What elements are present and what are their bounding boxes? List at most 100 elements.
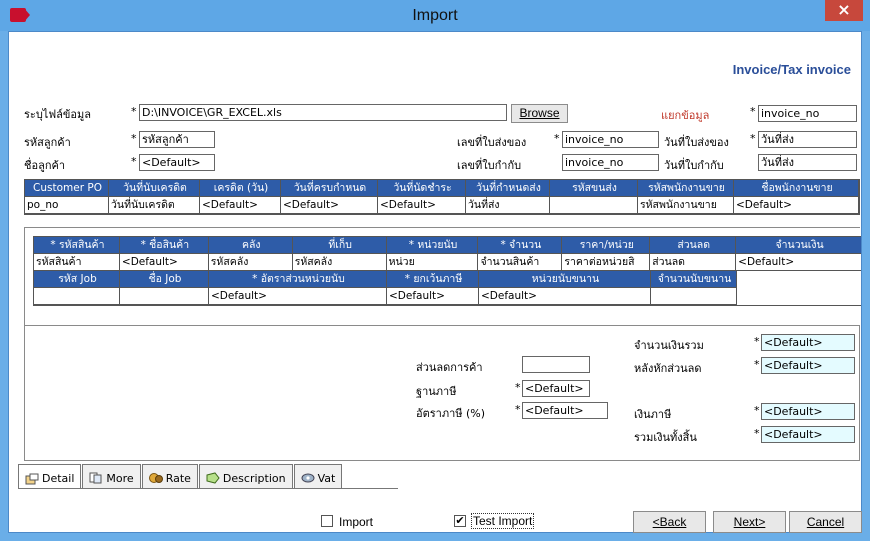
vat-icon (301, 473, 315, 483)
detail-grid-panel: * รหัสสินค้า * ชื่อสินค้า คลัง ที่เก็บ *… (24, 227, 861, 325)
trade-discount-field[interactable] (522, 356, 590, 373)
file-path-field[interactable]: D:\INVOICE\GR_EXCEL.xls (139, 104, 507, 121)
grid-cell[interactable] (34, 288, 120, 305)
grid-cell[interactable]: ราคาต่อหน่วยสิ (562, 254, 651, 271)
grid-cell[interactable]: รหัสพนักงานขาย (638, 197, 734, 214)
grid-cell[interactable]: <Default> (209, 288, 387, 305)
grid-cell[interactable]: <Default> (734, 197, 859, 214)
column-header: * จำนวน (478, 237, 563, 254)
customer-name-field[interactable]: <Default> (139, 154, 215, 171)
grand-total-field[interactable]: <Default> (761, 426, 855, 443)
customer-code-field[interactable]: รหัสลูกค้า (139, 131, 215, 148)
split-field[interactable]: invoice_no (758, 105, 857, 122)
total-label: จำนวนเงินรวม (634, 339, 704, 352)
grid-cell[interactable]: <Default> (479, 288, 651, 305)
grid-cell[interactable]: <Default> (387, 288, 479, 305)
tab-vat-label: Vat (317, 471, 336, 485)
tax-rate-label: อัตราภาษี (%) (416, 407, 486, 420)
detail-icon (25, 473, 39, 484)
grid-cell[interactable]: รหัสสินค้า (34, 254, 120, 271)
grid-cell[interactable] (550, 197, 638, 214)
close-button[interactable]: × (825, 0, 863, 21)
column-header: วันที่นัดชำระ (378, 180, 466, 197)
required-mark: * (754, 358, 760, 371)
next-label: Next> (733, 515, 766, 529)
required-mark: * (515, 381, 521, 394)
grid-cell[interactable]: <Default> (119, 254, 209, 271)
required-mark: * (754, 404, 760, 417)
table-row: รหัสสินค้า <Default> รหัสคลัง รหัสคลัง ห… (34, 254, 861, 271)
description-icon (206, 472, 220, 484)
window-title: Import (412, 7, 458, 24)
after-discount-field[interactable]: <Default> (761, 357, 855, 374)
header-grid: Customer PO วันที่นับเครดิต เครดิต (วัน)… (24, 179, 860, 215)
header-grid-header-row: Customer PO วันที่นับเครดิต เครดิต (วัน)… (25, 180, 859, 197)
tab-more[interactable]: More (82, 464, 141, 488)
back-button[interactable]: <Back (633, 511, 706, 533)
column-header: วันที่นับเครดิต (109, 180, 200, 197)
tax-date-field[interactable]: วันที่ส่ง (758, 154, 857, 171)
browse-button[interactable]: Browse (511, 104, 568, 123)
column-header: ที่เก็บ (292, 237, 387, 254)
column-header: รหัสพนักงานขาย (638, 180, 734, 197)
tax-amount-field[interactable]: <Default> (761, 403, 855, 420)
tab-rate[interactable]: Rate (141, 464, 198, 488)
client-area: Invoice/Tax invoice ระบุไฟล์ข้อมูล * D:\… (8, 31, 862, 533)
required-mark: * (554, 132, 560, 145)
tax-base-field[interactable]: <Default> (522, 380, 590, 397)
tab-rate-label: Rate (165, 471, 191, 485)
detail-grid-header-row-2: รหัส Job ชื่อ Job * อัตราส่วนหน่วยนับ * … (34, 271, 861, 288)
grid-cell[interactable]: รหัสคลัง (208, 254, 293, 271)
grid-cell[interactable]: <Default> (736, 254, 861, 271)
tax-amount-label: เงินภาษี (634, 408, 672, 421)
column-header: ชื่อ Job (120, 271, 209, 288)
grid-cell[interactable]: รหัสคลัง (292, 254, 387, 271)
test-import-checkbox[interactable]: ✔ (454, 515, 466, 527)
split-label: แยกข้อมูล (661, 109, 710, 122)
tab-vat[interactable]: Vat (293, 464, 343, 488)
required-mark: * (750, 105, 756, 118)
tab-detail[interactable]: Detail (18, 464, 82, 489)
column-header: * อัตราส่วนหน่วยนับ (209, 271, 387, 288)
delivery-date-field[interactable]: วันที่ส่ง (758, 131, 857, 148)
grid-cell[interactable]: <Default> (200, 197, 281, 214)
tab-description[interactable]: Description (198, 464, 293, 488)
grid-cell[interactable] (120, 288, 209, 305)
column-header: * ยกเว้นภาษี (387, 271, 479, 288)
delivery-no-field[interactable]: invoice_no (562, 131, 659, 148)
column-header: วันที่ครบกำหนด (281, 180, 378, 197)
grid-cell[interactable]: วันที่ส่ง (466, 197, 550, 214)
grid-cell[interactable]: หน่วย (386, 254, 479, 271)
test-import-label: Test Import (471, 513, 535, 529)
tax-rate-field[interactable]: <Default> (522, 402, 608, 419)
column-header: * ชื่อสินค้า (119, 237, 209, 254)
grid-cell[interactable]: ส่วนลด (650, 254, 737, 271)
tax-no-label: เลขที่ใบกำกับ (457, 159, 522, 172)
grid-cell[interactable]: po_no (25, 197, 109, 214)
delivery-no-label: เลขที่ใบส่งของ (457, 136, 527, 149)
cancel-button[interactable]: Cancel (789, 511, 862, 533)
cancel-label: Cancel (806, 515, 845, 529)
required-mark: * (131, 155, 137, 168)
required-mark: * (131, 132, 137, 145)
tax-no-field[interactable]: invoice_no (562, 154, 659, 171)
column-header: * รหัสสินค้า (34, 237, 120, 254)
column-header: จำนวนเงิน (736, 237, 861, 254)
grid-cell[interactable]: <Default> (378, 197, 466, 214)
grid-cell[interactable]: <Default> (281, 197, 378, 214)
browse-label: Browse (519, 106, 560, 120)
import-checkbox[interactable] (321, 515, 333, 527)
tax-base-label: ฐานภาษี (416, 385, 457, 398)
total-field[interactable]: <Default> (761, 334, 855, 351)
column-header: ราคา/หน่วย (562, 237, 651, 254)
customer-code-label: รหัสลูกค้า (24, 136, 71, 149)
grid-cell[interactable]: วันที่นับเครดิต (109, 197, 200, 214)
grid-cell[interactable]: จำนวนสินค้า (478, 254, 563, 271)
detail-grid: * รหัสสินค้า * ชื่อสินค้า คลัง ที่เก็บ *… (33, 236, 861, 306)
import-label: Import (339, 515, 374, 529)
customer-name-label: ชื่อลูกค้า (24, 159, 66, 172)
detail-grid-header-row: * รหัสสินค้า * ชื่อสินค้า คลัง ที่เก็บ *… (34, 237, 861, 254)
grid-cell[interactable] (651, 288, 737, 305)
file-label: ระบุไฟล์ข้อมูล (24, 108, 91, 121)
next-button[interactable]: Next> (713, 511, 786, 533)
